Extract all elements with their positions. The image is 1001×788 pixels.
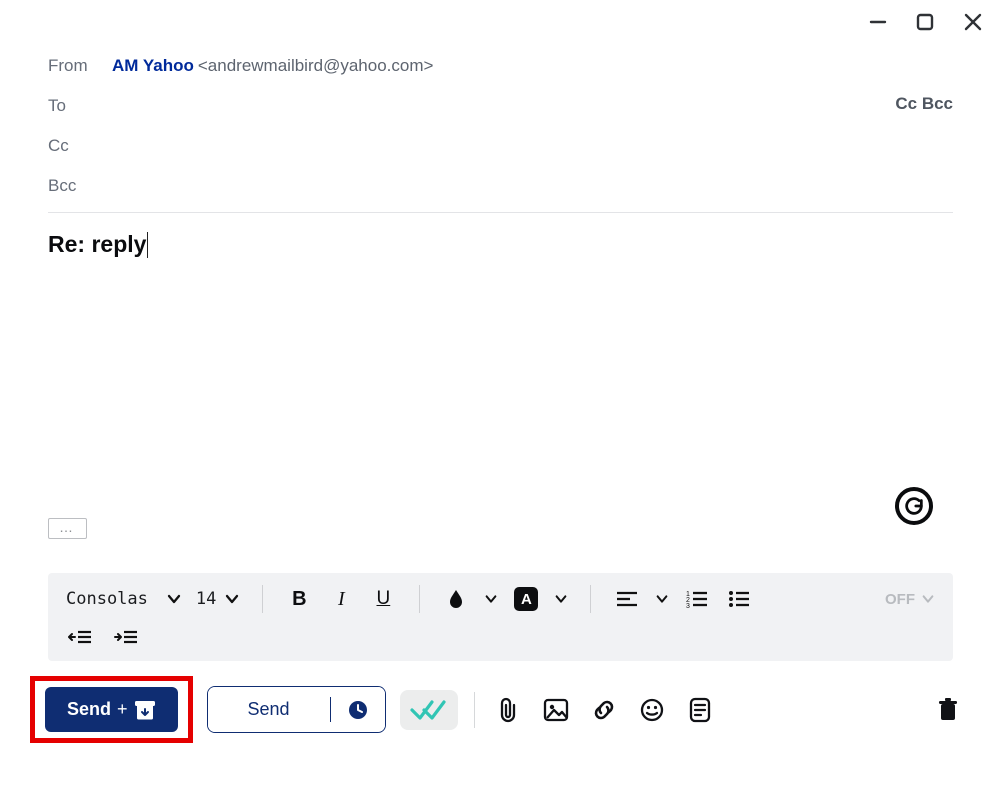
bcc-toggle[interactable]: Bcc xyxy=(922,94,953,113)
insert-emoji-button[interactable] xyxy=(635,693,669,727)
italic-button[interactable]: I xyxy=(327,585,355,613)
schedule-send-button[interactable] xyxy=(331,687,385,732)
send-archive-label: Send xyxy=(67,699,111,720)
show-trimmed-content-button[interactable]: … xyxy=(48,518,87,539)
annotation-highlight: Send + xyxy=(30,676,193,743)
clock-icon xyxy=(347,699,369,721)
send-label: Send xyxy=(248,699,290,720)
indent-icon xyxy=(114,629,138,645)
insert-image-button[interactable] xyxy=(539,693,573,727)
double-check-icon xyxy=(410,698,448,722)
align-button[interactable] xyxy=(613,585,641,613)
chevron-down-icon[interactable] xyxy=(655,592,669,606)
chevron-down-icon xyxy=(166,591,182,607)
send-action-bar: Send + Send xyxy=(30,676,965,743)
from-account-name: AM Yahoo xyxy=(112,56,194,76)
send-split-button: Send xyxy=(207,686,386,733)
off-label: OFF xyxy=(885,591,915,608)
image-icon xyxy=(543,698,569,722)
font-family-value: Consolas xyxy=(66,589,148,609)
toolbar-separator xyxy=(590,585,591,613)
svg-text:3: 3 xyxy=(686,603,690,608)
compose-header: From AM Yahoo <andrewmailbird@yahoo.com>… xyxy=(0,0,1001,258)
underline-button[interactable]: U xyxy=(369,585,397,613)
read-receipt-button[interactable] xyxy=(400,690,458,730)
attach-file-button[interactable] xyxy=(491,693,525,727)
align-left-icon xyxy=(616,590,638,608)
numbered-list-button[interactable]: 123 xyxy=(683,585,711,613)
cc-row[interactable]: Cc xyxy=(48,126,953,166)
font-size-select[interactable]: 14 xyxy=(196,589,240,609)
cc-toggle[interactable]: Cc xyxy=(895,94,917,113)
font-size-value: 14 xyxy=(196,589,216,609)
bold-button[interactable]: B xyxy=(285,585,313,613)
numbered-list-icon: 123 xyxy=(686,590,708,608)
to-label: To xyxy=(48,96,112,116)
outdent-button[interactable] xyxy=(66,623,94,651)
formatting-toolbar: Consolas 14 B I U A xyxy=(48,573,953,661)
text-highlight-button[interactable]: A xyxy=(512,585,540,613)
text-color-button[interactable] xyxy=(442,585,470,613)
chevron-down-icon xyxy=(224,591,240,607)
send-and-archive-button[interactable]: Send + xyxy=(45,687,178,732)
from-label: From xyxy=(48,56,112,76)
archive-icon xyxy=(134,700,156,720)
discard-draft-button[interactable] xyxy=(931,693,965,727)
insert-link-button[interactable] xyxy=(587,693,621,727)
bcc-label: Bcc xyxy=(48,176,112,196)
emoji-icon xyxy=(639,697,665,723)
chevron-down-icon[interactable] xyxy=(554,592,568,606)
toolbar-separator xyxy=(419,585,420,613)
subject-text: Re: reply xyxy=(48,231,146,257)
subject-field[interactable]: Re: reply xyxy=(48,231,148,258)
send-button[interactable]: Send xyxy=(208,687,330,732)
toolbar-separator xyxy=(262,585,263,613)
text-cursor xyxy=(147,232,148,258)
font-family-select[interactable]: Consolas xyxy=(66,589,182,609)
text-highlight-icon: A xyxy=(514,587,538,611)
to-row[interactable]: To Cc Bcc xyxy=(48,86,953,126)
paperclip-icon xyxy=(497,697,519,723)
maximize-button[interactable] xyxy=(915,12,935,32)
insert-template-button[interactable] xyxy=(683,693,717,727)
bcc-row[interactable]: Bcc xyxy=(48,166,953,206)
trash-icon xyxy=(937,697,959,723)
indent-button[interactable] xyxy=(112,623,140,651)
cc-bcc-toggle[interactable]: Cc Bcc xyxy=(895,94,953,114)
minimize-button[interactable] xyxy=(869,13,887,31)
from-row[interactable]: From AM Yahoo <andrewmailbird@yahoo.com> xyxy=(48,46,953,86)
outdent-icon xyxy=(68,629,92,645)
header-divider xyxy=(48,212,953,213)
grammarly-icon[interactable] xyxy=(895,487,933,525)
close-button[interactable] xyxy=(963,12,983,32)
link-icon xyxy=(591,697,617,723)
template-icon xyxy=(688,697,712,723)
action-separator xyxy=(474,692,475,728)
plus-sign: + xyxy=(117,699,128,720)
formatting-off-toggle[interactable]: OFF xyxy=(885,591,935,608)
bullet-list-button[interactable] xyxy=(725,585,753,613)
from-account-email: <andrewmailbird@yahoo.com> xyxy=(198,56,434,76)
chevron-down-icon[interactable] xyxy=(484,592,498,606)
cc-label: Cc xyxy=(48,136,112,156)
bullet-list-icon xyxy=(728,590,750,608)
chevron-down-icon xyxy=(921,592,935,606)
ink-drop-icon xyxy=(447,589,465,609)
